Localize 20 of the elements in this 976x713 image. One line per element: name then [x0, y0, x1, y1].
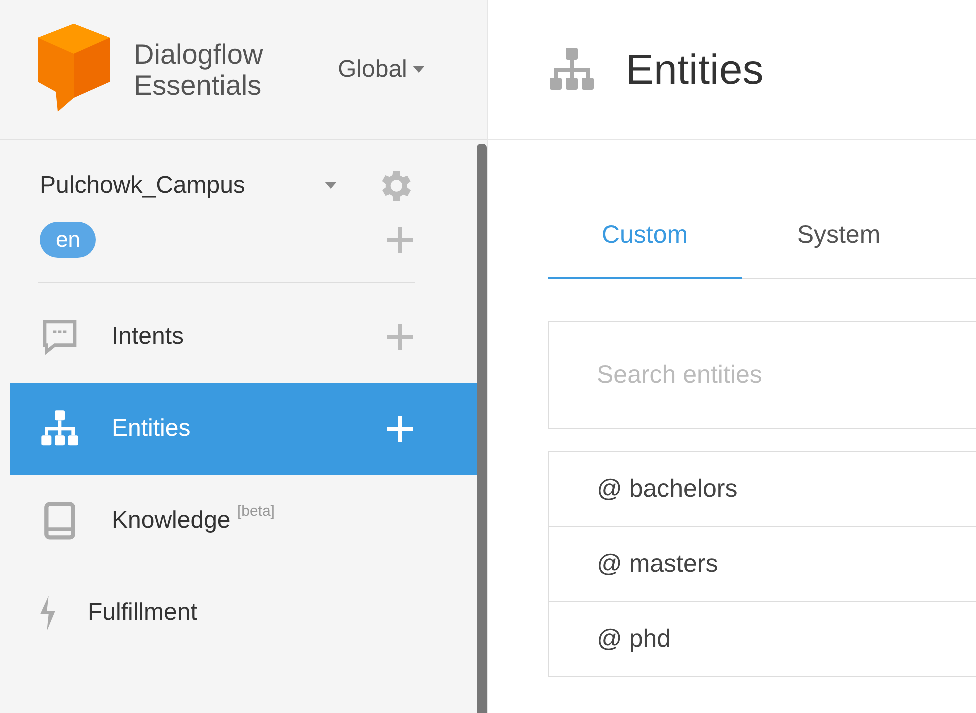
lightning-icon	[40, 596, 56, 630]
nav-item[interactable]: Intents	[10, 291, 477, 383]
page-title: Entities	[626, 46, 764, 94]
entity-row[interactable]: @ phd	[549, 601, 976, 676]
entity-row[interactable]: @ masters	[549, 526, 976, 601]
add-icon[interactable]	[385, 414, 415, 444]
entity-row[interactable]: @ bachelors	[549, 452, 976, 526]
add-icon[interactable]	[385, 322, 415, 352]
brand-subtitle: Essentials	[134, 70, 262, 100]
nav-item[interactable]: Knowledge $^{[beta]}$	[10, 475, 477, 567]
nav-item[interactable]: Fulfillment	[10, 567, 477, 659]
search-field[interactable]: Search entities	[548, 321, 976, 429]
caret-icon	[325, 182, 337, 190]
add-icon[interactable]	[385, 225, 415, 255]
scrollbar[interactable]	[477, 144, 487, 713]
brand-name: Dialogflow	[134, 38, 264, 70]
agent-name[interactable]: Pulchowk_Campus	[40, 172, 325, 200]
tab[interactable]: System	[742, 193, 936, 279]
caret-icon	[413, 66, 426, 74]
region-dropdown[interactable]: Global	[338, 56, 426, 84]
